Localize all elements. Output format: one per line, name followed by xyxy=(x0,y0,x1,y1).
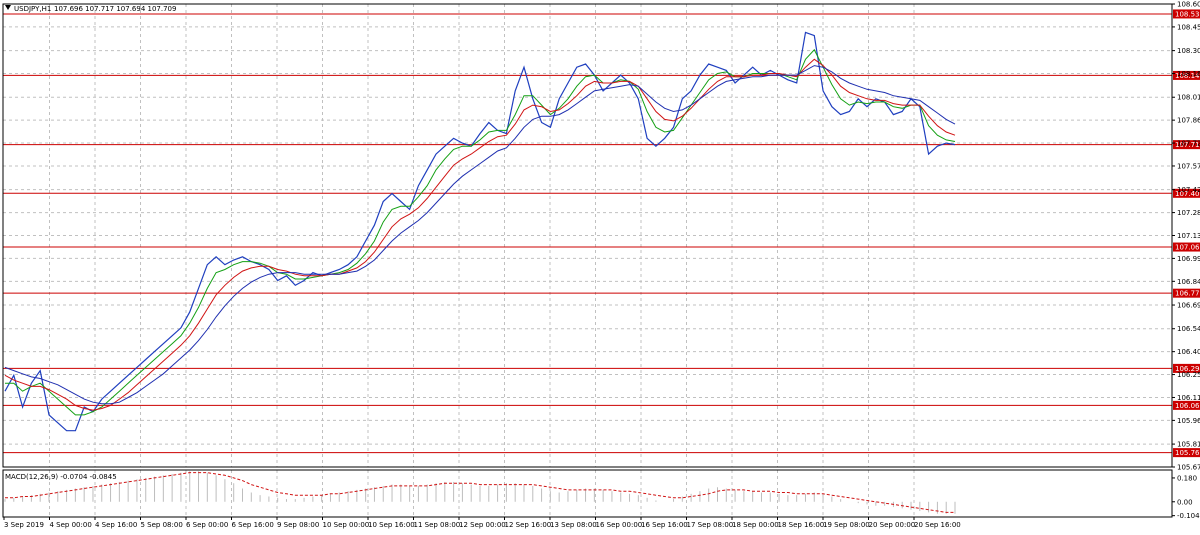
x-tick-label: 16 Sep 00:00 xyxy=(596,521,643,529)
x-tick-label: 20 Sep 16:00 xyxy=(914,521,961,529)
macd-plot-frame xyxy=(2,469,1173,518)
price-series xyxy=(4,31,956,432)
y-tick-label: 106.110 xyxy=(1177,394,1200,402)
symbol-dropdown-icon xyxy=(5,5,11,10)
symbol-label: USDJPY,H1 xyxy=(14,5,51,13)
y-tick-label: 108.455 xyxy=(1177,23,1200,31)
y-tick-label: 105.670 xyxy=(1177,464,1200,472)
x-tick-label: 5 Sep 08:00 xyxy=(141,521,183,529)
x-tick-label: 10 Sep 00:00 xyxy=(323,521,370,529)
axes: 3 Sep 2019 4 Sep 00:00 4 Sep 16:00 5 Sep 08… xyxy=(2,1,1200,529)
y-tick-label: 105.965 xyxy=(1177,417,1200,425)
x-tick-label: 12 Sep 00:00 xyxy=(459,521,506,529)
y-tick-label: 108.305 xyxy=(1177,47,1200,55)
ma-slow-line xyxy=(4,65,956,405)
y-tick-label: 106.255 xyxy=(1177,371,1200,379)
x-tick-label: 17 Sep 08:00 xyxy=(687,521,734,529)
y-tick-label: 106.695 xyxy=(1177,302,1200,310)
chart-canvas: 108.537108.148107.710107.402107.062106.7… xyxy=(2,1,1200,529)
level-label: 107.062 xyxy=(1175,244,1200,252)
y-tick-label: 108.010 xyxy=(1177,94,1200,102)
x-tick-label: 6 Sep 00:00 xyxy=(186,521,228,529)
y-tick-label: 105.815 xyxy=(1177,441,1200,449)
level-label: 105.761 xyxy=(1175,449,1200,457)
x-tick-label: 18 Sep 16:00 xyxy=(778,521,825,529)
x-tick-label: 13 Sep 08:00 xyxy=(550,521,597,529)
macd-panel xyxy=(4,471,956,514)
x-tick-label: 6 Sep 16:00 xyxy=(232,521,274,529)
y-tick-label: 106.400 xyxy=(1177,348,1200,356)
y-tick-label: 106.845 xyxy=(1177,278,1200,286)
y-tick-label: 107.865 xyxy=(1177,117,1200,125)
horizontal-levels: 108.537108.148107.710107.402107.062106.7… xyxy=(3,9,1200,458)
macd-label: MACD(12,26,9) -0.0704 -0.0845 xyxy=(5,473,117,481)
y-tick-label: 107.575 xyxy=(1177,162,1200,170)
x-tick-label: 9 Sep 08:00 xyxy=(277,521,319,529)
price-grid xyxy=(3,4,1172,517)
x-tick-label: 16 Sep 16:00 xyxy=(641,521,688,529)
ma-fast-line xyxy=(5,48,956,416)
x-tick-label: 18 Sep 00:00 xyxy=(732,521,779,529)
macd-y-tick-label: -0.1049 xyxy=(1177,512,1200,520)
y-tick-label: 106.990 xyxy=(1177,255,1200,263)
chart-window: 108.537108.148107.710107.402107.062106.7… xyxy=(0,0,1200,531)
y-tick-label: 107.425 xyxy=(1177,186,1200,194)
y-tick-label: 107.720 xyxy=(1177,140,1200,148)
y-tick-label: 107.135 xyxy=(1177,232,1200,240)
x-tick-label: 19 Sep 08:00 xyxy=(823,521,870,529)
x-tick-label: 12 Sep 16:00 xyxy=(505,521,552,529)
macd-y-tick-label: 0.00 xyxy=(1177,498,1193,506)
y-tick-label: 106.545 xyxy=(1177,325,1200,333)
x-tick-label: 4 Sep 16:00 xyxy=(95,521,137,529)
macd-y-tick-label: 0.180 xyxy=(1177,474,1197,482)
y-tick-label: 108.160 xyxy=(1177,70,1200,78)
price-line xyxy=(4,31,956,432)
x-tick-label: 10 Sep 16:00 xyxy=(368,521,415,529)
y-tick-label: 107.280 xyxy=(1177,209,1200,217)
ohlc-readout: 107.696 107.717 107.694 107.709 xyxy=(54,5,176,13)
x-tick-label: 20 Sep 00:00 xyxy=(869,521,916,529)
x-tick-label: 3 Sep 2019 xyxy=(4,521,44,529)
x-tick-label: 4 Sep 00:00 xyxy=(50,521,92,529)
y-tick-label: 108.600 xyxy=(1177,1,1200,9)
level-label: 106.060 xyxy=(1175,402,1200,410)
x-tick-label: 11 Sep 08:00 xyxy=(414,521,461,529)
level-label: 106.770 xyxy=(1175,290,1200,298)
level-label: 108.537 xyxy=(1175,10,1200,18)
